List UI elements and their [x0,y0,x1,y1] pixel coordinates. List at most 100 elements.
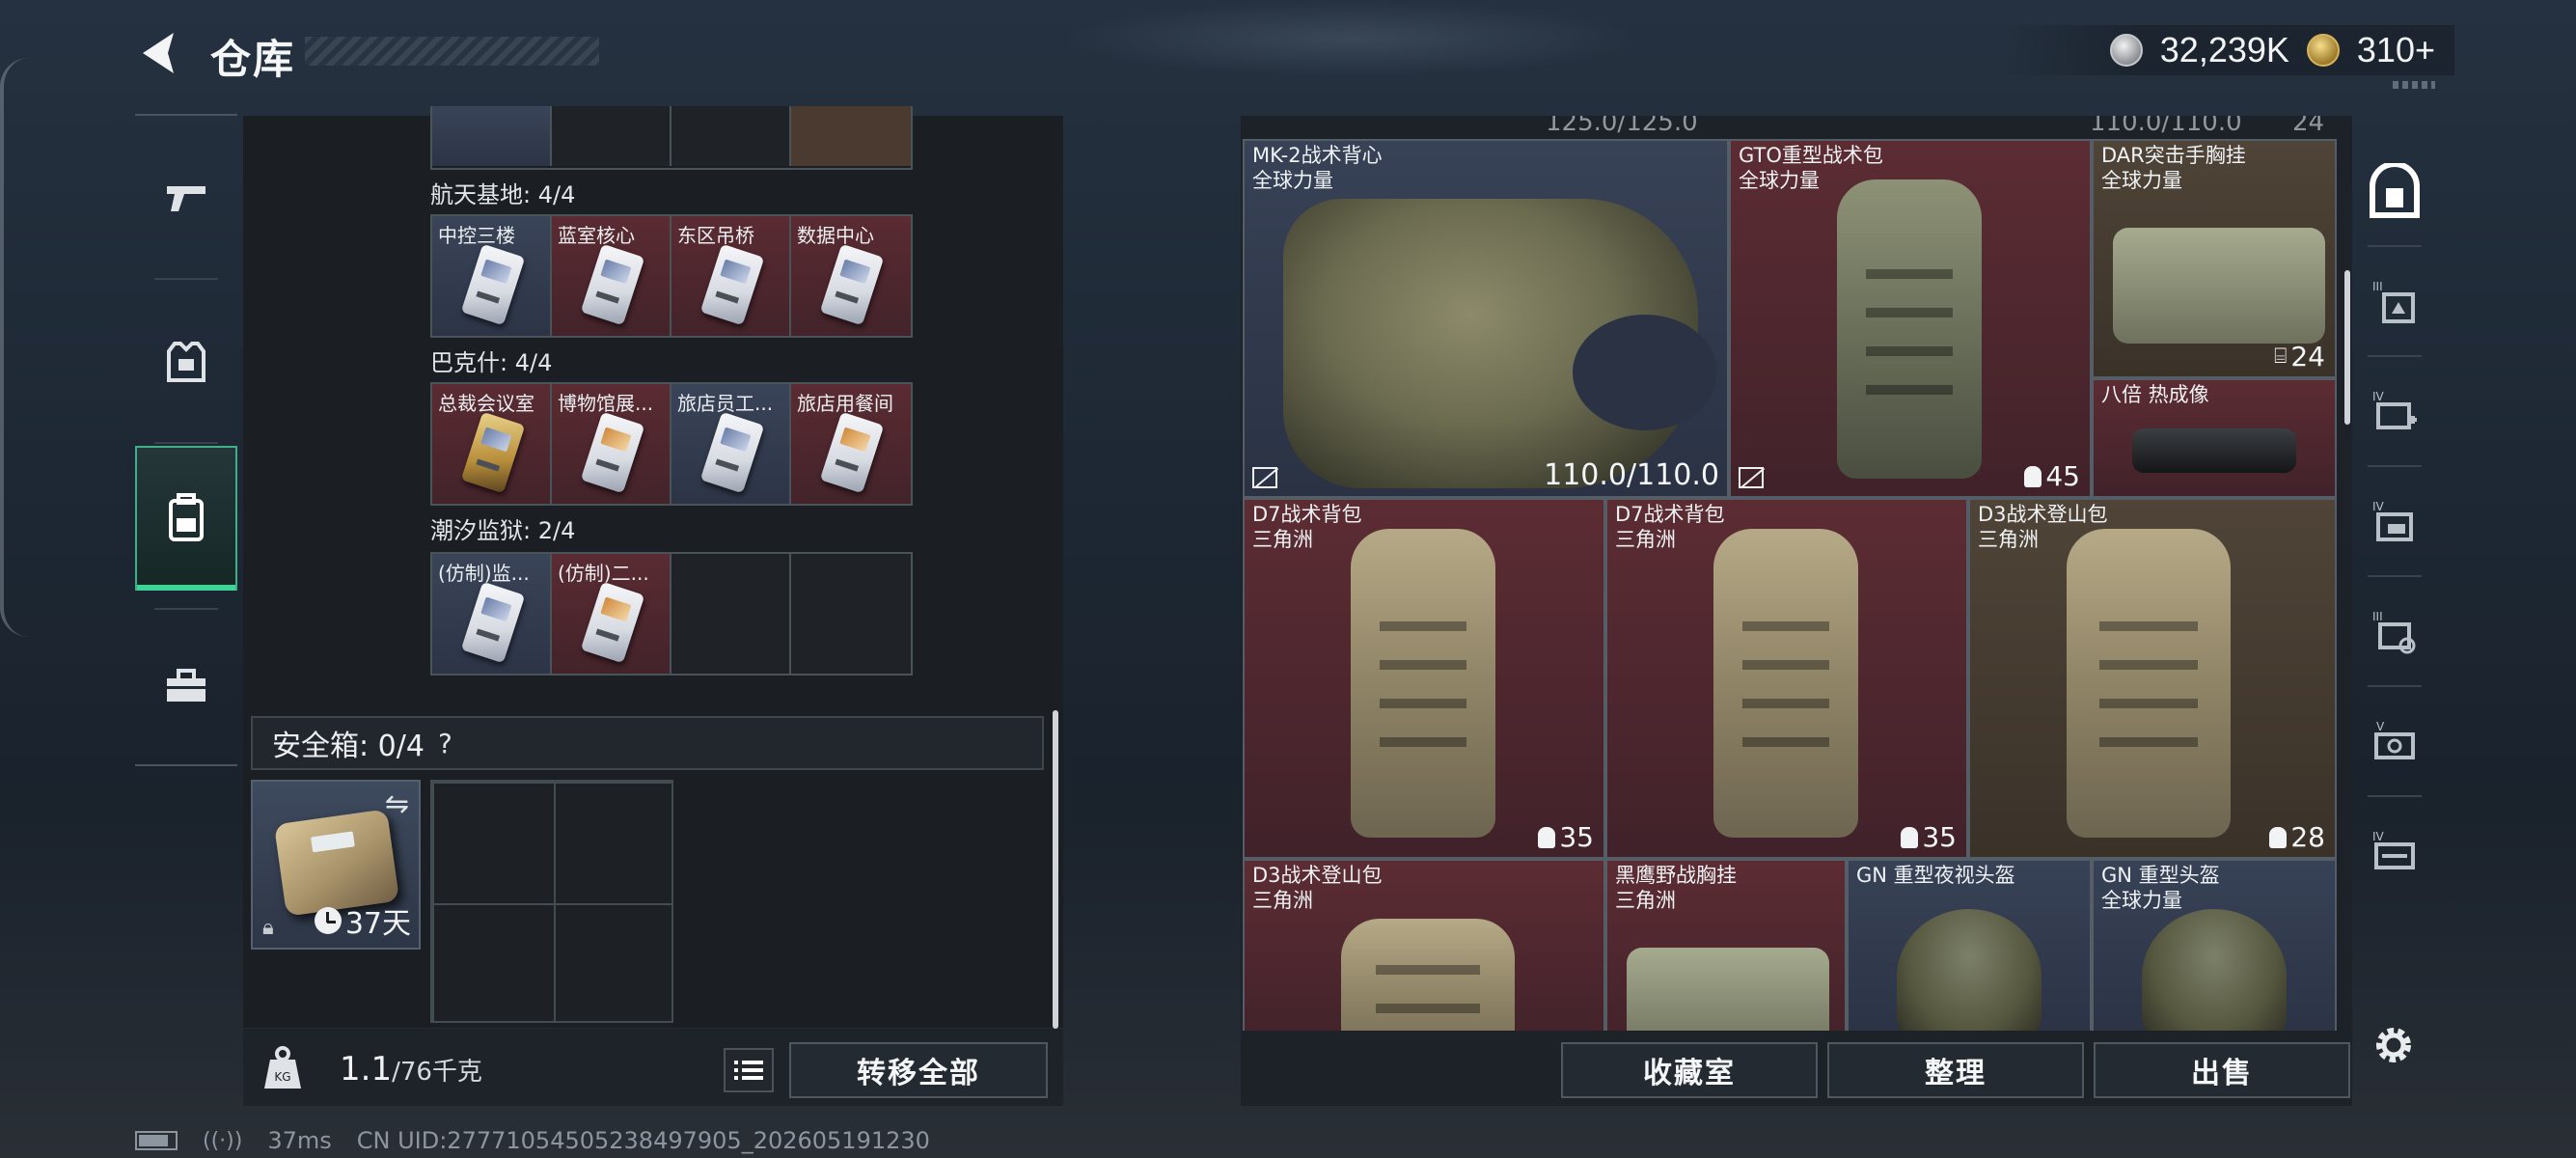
inventory-item[interactable]: 黑鹰野战胸挂 三角洲 [1605,859,1847,1031]
keycard-slot[interactable] [791,106,911,166]
status-bar: ((·)) 37ms CN UID:27771054505238497905_2… [135,1127,930,1154]
card-row-aerospace: 中控三楼 蓝室核心 东区吊桥 数据中心 [430,214,913,338]
helmet-image [2142,909,2287,1031]
svg-text:V: V [2376,720,2385,733]
safebox-days: 37天 [314,899,411,942]
nav-backpacks[interactable] [135,446,237,591]
list-icon [734,1061,763,1080]
svg-text:IV: IV [2372,390,2385,403]
keycard-item[interactable]: 博物馆展... [552,384,671,504]
partial-capacity: 24 [2292,116,2325,137]
back-icon[interactable] [135,27,187,79]
nav-weapons[interactable] [135,125,237,270]
transfer-all-button[interactable]: 转移全部 [789,1042,1048,1098]
inventory-item[interactable]: D7战术背包 三角洲 35 [1243,498,1605,859]
keycard-item[interactable]: 中控三楼 [432,216,552,336]
help-icon[interactable]: ? [438,728,452,759]
keycard-slot[interactable] [671,106,791,166]
backpack-image [2067,529,2231,838]
no-repair-icon [1739,467,1764,488]
item-name: 黑鹰野战胸挂 三角洲 [1615,864,1737,912]
left-category-nav [135,114,237,766]
capacity-icon [1538,826,1556,848]
sell-button[interactable]: 出售 [2094,1042,2350,1098]
currency-decoration [2393,81,2435,89]
keycard-item[interactable]: 数据中心 [791,216,911,336]
keycard-item[interactable]: (仿制)二... [552,554,671,674]
inventory-footer: 收藏室 整理 出售 [1241,1033,2352,1106]
list-view-button[interactable] [724,1048,774,1092]
currency-bar: 32,239K 310+ [2001,25,2454,89]
keycard-slot[interactable] [552,106,671,166]
filter-tier4-medkit[interactable]: IV [2360,363,2429,459]
inventory-item[interactable]: D7战术背包 三角洲 35 [1605,498,1968,859]
uid-readout: CN UID:27771054505238497905_202605191230 [356,1127,930,1154]
inventory-item[interactable]: GTO重型战术包 全球力量 45 [1729,139,2092,498]
backpack-image [1713,529,1858,838]
capacity-icon [2024,465,2042,487]
keycard-item[interactable]: 旅店员工... [671,384,791,504]
keycard-item[interactable]: 东区吊桥 [671,216,791,336]
settings-gear-icon[interactable] [2370,1021,2418,1069]
keycard-icon [580,243,645,326]
toolbox-icon [167,669,206,702]
svg-text:IV: IV [2372,830,2385,843]
keycard-item[interactable]: (仿制)监... [432,554,552,674]
ping-readout: 37ms [267,1127,332,1154]
capacity-icon [1901,826,1919,848]
inventory-item[interactable]: MK-2战术背心 全球力量 110.0/110.0 [1243,139,1729,498]
inventory-panel: 125.0/125.0 110.0/110.0 24 MK-2战术背心 全球力量 … [1241,116,2352,1106]
filter-tier4-rig[interactable]: IV [2360,473,2429,569]
nav-armor[interactable] [135,290,237,434]
card-row-bakhsh: 总裁会议室 博物馆展... 旅店员工... 旅店用餐间 [430,382,913,506]
filter-tier3-gear[interactable]: III [2360,583,2429,679]
tactical-vest-image [1283,199,1717,488]
empty-keycard-slot[interactable] [791,554,911,674]
armor-icon [167,342,206,382]
stash-scrollbar[interactable] [1053,710,1058,1029]
inventory-item[interactable]: D3战术登山包 三角洲 28 [1968,498,2337,859]
filter-tier3-armor[interactable]: III [2360,253,2429,349]
tier4-medkit-icon: IV [2372,390,2417,429]
chest-rig-image [2113,228,2325,344]
keycard-icon [819,243,885,326]
tier4-weapon-icon: IV [2372,830,2415,869]
inventory-item[interactable]: GN 重型头盔 全球力量 [2092,859,2337,1031]
filter-tier4-weapon[interactable]: IV [2360,803,2429,899]
safebox-item[interactable]: ⇋ 🔒︎ 37天 [251,780,421,950]
inventory-item[interactable]: 八倍 热成像 [2092,378,2337,498]
section-title-aerospace: 航天基地: 4/4 [430,181,576,208]
item-name: DAR突击手胸挂 全球力量 [2101,144,2246,192]
item-name: D3战术登山包 三角洲 [1252,864,1383,912]
silver-coin-icon [2109,34,2143,67]
nav-tools[interactable] [135,614,237,758]
tier3-armor-icon: III [2372,280,2415,323]
keycard-icon [460,411,526,494]
swap-icon[interactable]: ⇋ [385,787,409,821]
inventory-item[interactable]: D3战术登山包 三角洲 [1243,859,1605,1031]
partial-durability: 110.0/110.0 [2090,116,2242,137]
filter-safe[interactable] [2360,143,2429,239]
filter-tier5-key[interactable]: V [2360,693,2429,789]
card-row-tide-prison: (仿制)监... (仿制)二... [430,552,913,676]
empty-keycard-slot[interactable] [671,554,791,674]
safebox-grid[interactable] [430,780,673,1023]
keycard-item[interactable]: 旅店用餐间 [791,384,911,504]
safebox-label: 安全箱: 0/4 [272,730,425,763]
item-name: GN 重型夜视头盔 [1856,864,2015,887]
safebox-header: 安全箱: 0/4 ? [251,716,1044,770]
keycard-slot[interactable] [432,106,552,166]
inventory-item[interactable]: GN 重型夜视头盔 [1847,859,2092,1031]
backpack-image [1341,919,1515,1031]
inventory-scrollbar[interactable] [2344,270,2350,425]
item-durability: 110.0/110.0 [1544,458,1719,492]
sort-button[interactable]: 整理 [1827,1042,2084,1098]
collection-room-button[interactable]: 收藏室 [1561,1042,1818,1098]
keycard-item[interactable]: 总裁会议室 [432,384,552,504]
right-filter-nav: III IV IV III V IV [2360,143,2429,992]
svg-text:III: III [2372,280,2383,293]
currency-gold[interactable]: 310+ [2357,30,2435,70]
item-capacity: ⌸ 24 [2274,341,2325,372]
keycard-item[interactable]: 蓝室核心 [552,216,671,336]
inventory-item[interactable]: DAR突击手胸挂 全球力量 ⌸ 24 [2092,139,2337,378]
